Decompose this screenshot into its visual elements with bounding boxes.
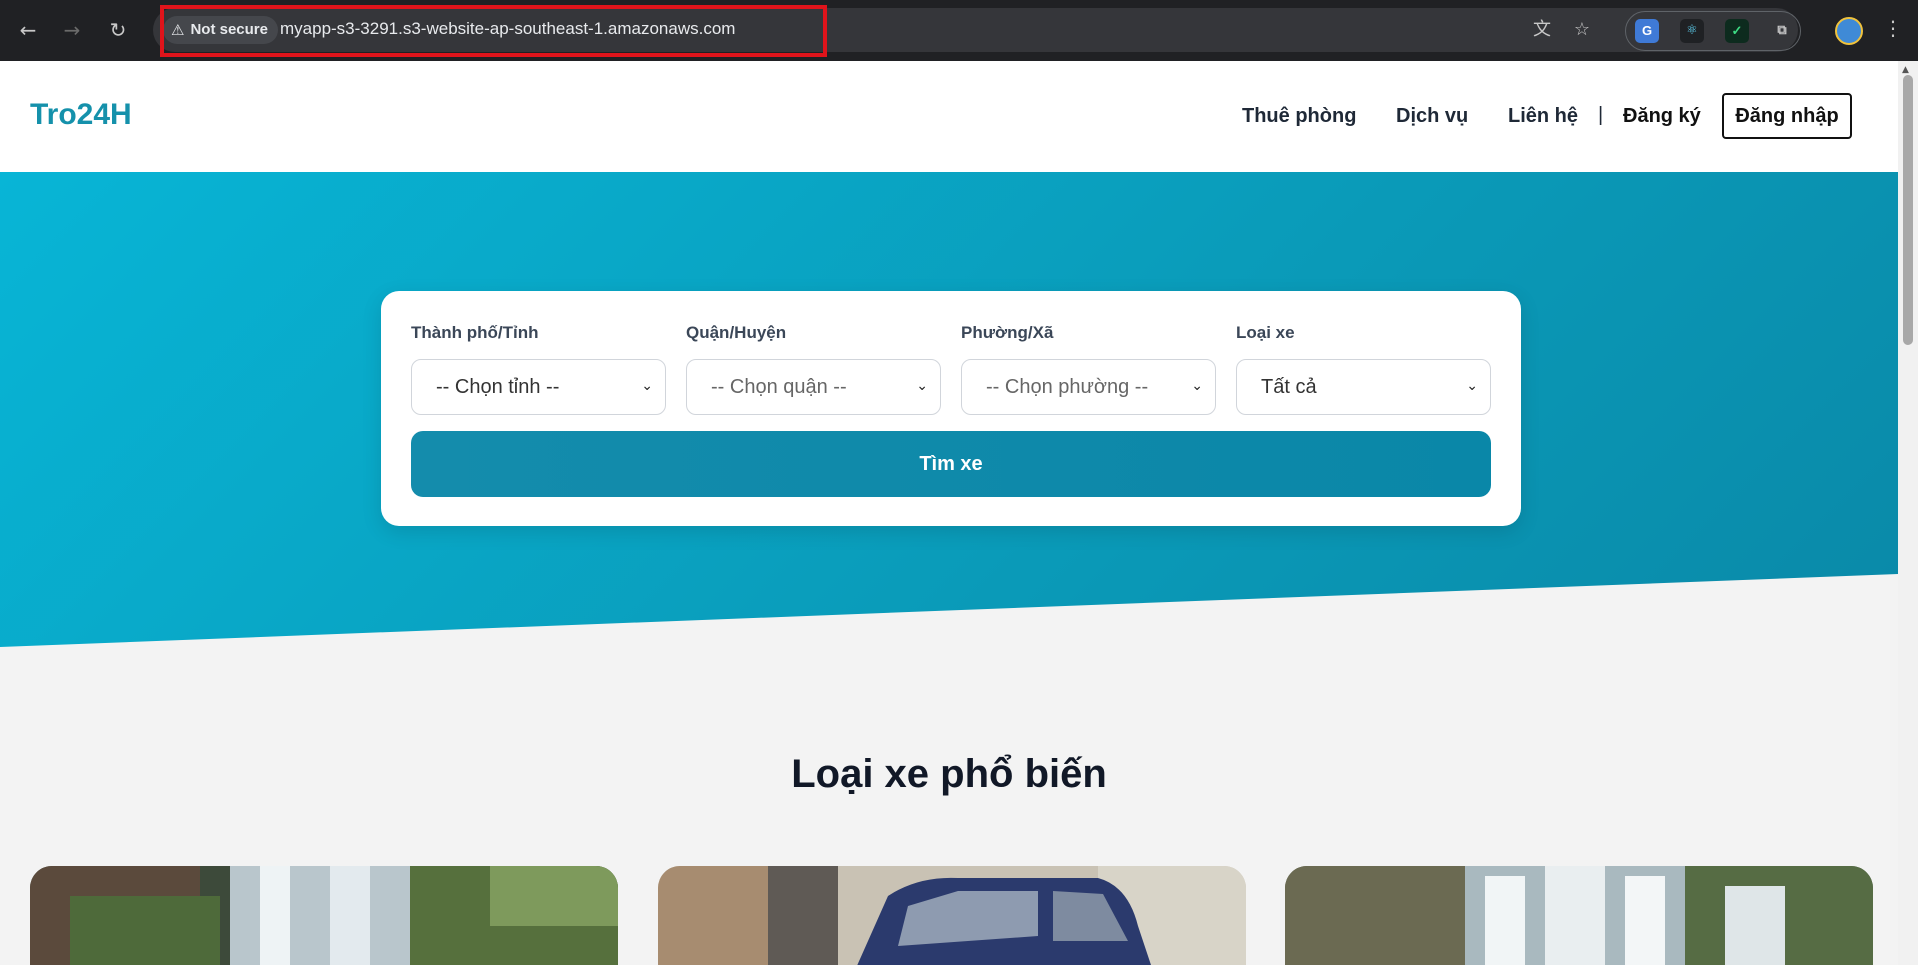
district-field: Quận/Huyện -- Chọn quận -- ⌄ [686,323,941,415]
site-logo[interactable]: Tro24H [30,98,132,132]
scroll-up-icon[interactable]: ▲ [1902,65,1909,75]
car-image [658,866,1246,965]
vehicle-type-field: Loại xe Tất cả ⌄ [1236,323,1491,415]
url-highlight-box [160,5,827,57]
vehicle-card-1[interactable] [30,866,618,965]
district-select[interactable]: -- Chọn quận -- ⌄ [686,359,941,415]
extension-check-icon[interactable]: ✓ [1725,19,1749,43]
district-label: Quận/Huyện [686,323,787,342]
back-icon[interactable]: ← [14,16,42,44]
profile-avatar[interactable] [1835,17,1863,45]
province-field: Thành phố/Tỉnh -- Chọn tỉnh -- ⌄ [411,323,666,415]
section-title: Loại xe phổ biến [791,752,1107,796]
vehicle-type-select[interactable]: Tất cả ⌄ [1236,359,1491,415]
chevron-down-icon: ⌄ [916,378,928,394]
browser-toolbar: ← → ↻ ⚠ Not secure myapp-s3-3291.s3-webs… [0,0,1918,61]
province-label: Thành phố/Tỉnh [411,323,539,342]
search-card: Thành phố/Tỉnh -- Chọn tỉnh -- ⌄ Quận/Hu… [381,291,1521,526]
extensions-icon[interactable]: ⧉ [1770,19,1794,43]
ward-field: Phường/Xã -- Chọn phường -- ⌄ [961,323,1216,415]
vehicle-type-value: Tất cả [1261,376,1317,398]
nav-link-rent-room[interactable]: Thuê phòng [1242,105,1356,128]
translate-icon[interactable]: 文 [1529,17,1555,43]
district-value: -- Chọn quận -- [711,376,847,398]
chevron-down-icon: ⌄ [1466,378,1478,394]
vehicle-type-label: Loại xe [1236,323,1295,342]
nav-divider: | [1598,104,1604,126]
chevron-down-icon: ⌄ [641,378,653,394]
ward-label: Phường/Xã [961,323,1054,342]
page-scrollbar[interactable]: ▲ [1898,61,1918,965]
menu-icon[interactable]: ⋮ [1883,16,1903,40]
province-select[interactable]: -- Chọn tỉnh -- ⌄ [411,359,666,415]
vehicle-card-3[interactable] [1285,866,1873,965]
vehicle-card-2[interactable] [658,866,1246,965]
react-devtools-icon[interactable]: ⚛ [1680,19,1704,43]
login-button[interactable]: Đăng nhập [1722,93,1852,139]
site-header: Tro24H Thuê phòng Dịch vụ Liên hệ | Đăng… [0,61,1898,172]
star-icon[interactable]: ☆ [1569,17,1595,43]
forward-icon[interactable]: → [58,16,86,44]
search-button[interactable]: Tìm xe [411,431,1491,497]
chevron-down-icon: ⌄ [1191,378,1203,394]
reload-icon[interactable]: ↻ [104,16,132,44]
province-value: -- Chọn tỉnh -- [436,376,560,398]
scroll-thumb[interactable] [1903,75,1913,345]
ward-value: -- Chọn phường -- [986,376,1149,398]
nav-link-contact[interactable]: Liên hệ [1508,105,1578,128]
waterfall-image [1285,866,1873,965]
nav-link-services[interactable]: Dịch vụ [1396,105,1468,128]
waterfall-image [30,866,618,965]
ward-select[interactable]: -- Chọn phường -- ⌄ [961,359,1216,415]
register-link[interactable]: Đăng ký [1623,105,1701,128]
google-translate-extension-icon[interactable]: G [1635,19,1659,43]
